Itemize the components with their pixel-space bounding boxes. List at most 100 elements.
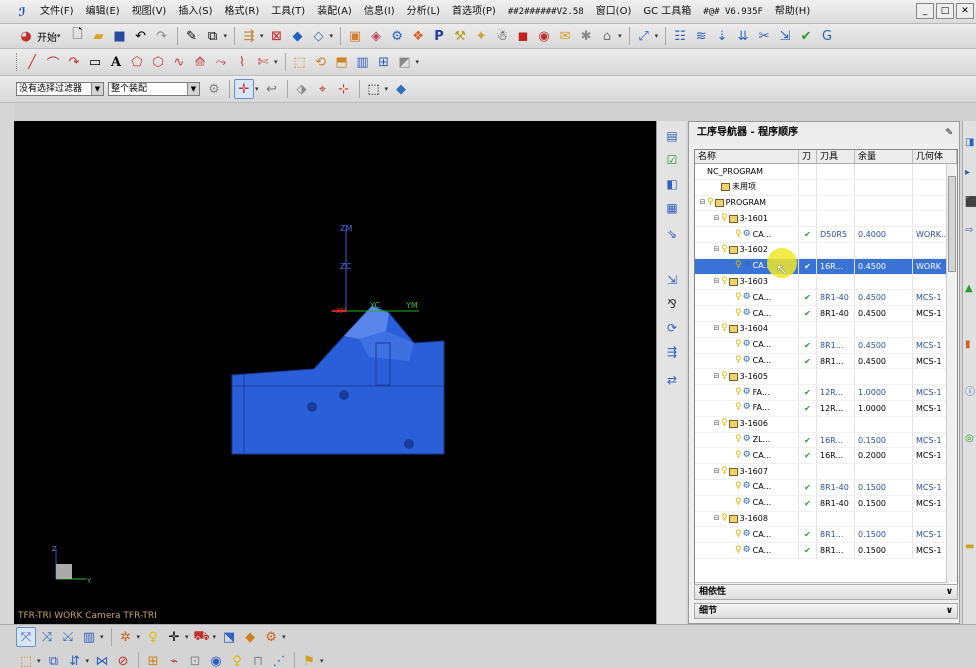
assembly-icon[interactable]: ◈ [366, 26, 386, 46]
side-operation-icon[interactable]: ⇨ [965, 225, 976, 239]
edit-icon[interactable]: ✎ [182, 26, 202, 46]
program-row[interactable]: ⊟ ♀ 3-1607 [695, 464, 957, 480]
menu-edit[interactable]: 编辑(E) [80, 0, 126, 24]
pattern-icon[interactable]: ⊡ [185, 651, 205, 668]
shape-icon[interactable]: ⬠ [127, 52, 147, 72]
program-row[interactable]: ⊟ ♀ 3-1605 [695, 369, 957, 386]
roles-icon[interactable]: ⅋ [663, 295, 681, 313]
shaded-cube-icon[interactable]: ◆ [288, 26, 308, 46]
chevron-down-icon[interactable]: ▾ [86, 657, 90, 665]
chevron-down-icon[interactable]: ▾ [185, 633, 189, 641]
toolpath-delete-icon[interactable]: ✂ [754, 26, 774, 46]
move-icon[interactable]: ⇵ [65, 651, 85, 668]
expand-collapse-icon[interactable]: ⊟ [712, 243, 721, 258]
dependencies-section[interactable]: 相依性 ∨ [694, 584, 958, 600]
side-tool-icon[interactable]: ◨ [965, 137, 976, 151]
operation-row[interactable]: ♀ ⚙ CA... ✔ 8R1... 0.1500 MCS-1 [695, 543, 957, 559]
snap-point-icon[interactable]: ✛ [234, 79, 254, 99]
toolpath-edit-icon[interactable]: ⇣ [712, 26, 732, 46]
menu-insert[interactable]: 插入(S) [172, 0, 218, 24]
check-icon[interactable]: ✔ [796, 26, 816, 46]
vertical-scrollbar[interactable] [946, 164, 957, 582]
operation-row[interactable]: ♀ ⚙ CA... ✔ 16R... 0.2000 MCS-1 [695, 448, 957, 465]
side-toolpath-icon[interactable]: ▸ [965, 167, 976, 181]
close-button[interactable]: ✕ [956, 3, 974, 19]
operation-row[interactable]: ♀ ⚙ CA... ✔ 8R1... 0.1500 MCS-1 [695, 527, 957, 544]
operation-row[interactable]: ♀ ⚙ CA... ✔ 8R1-40 0.4500 MCS-1 [695, 290, 957, 307]
operation-row[interactable]: ♀ ⚙ CA... ✔ 8R1-40 0.1500 MCS-1 [695, 495, 957, 512]
expand-collapse-icon[interactable]: ⊟ [712, 211, 721, 226]
part-cube-icon[interactable]: ◆ [391, 79, 411, 99]
spline-icon[interactable]: ∿ [169, 52, 189, 72]
geometry-create-icon[interactable]: ❖ [408, 26, 428, 46]
chevron-down-icon[interactable]: ▾ [213, 633, 217, 641]
bulb-icon[interactable]: ♀ [227, 651, 247, 668]
restore-button[interactable]: □ [936, 3, 954, 19]
chevron-down-icon[interactable]: ▾ [385, 85, 389, 93]
menu-info[interactable]: 信息(I) [358, 0, 401, 24]
palette-icon[interactable]: ⇶ [663, 343, 681, 361]
info-icon[interactable]: ⓘ [965, 383, 976, 398]
box-select-icon[interactable]: ⬚ [364, 79, 384, 99]
program-row[interactable]: ⊟ ♀ 3-1608 [695, 511, 957, 528]
point-snap-icon[interactable]: ⌖ [313, 79, 333, 99]
menu-preferences[interactable]: 首选项(P) [446, 0, 502, 24]
chevron-down-icon[interactable]: ▾ [274, 58, 278, 66]
measure-icon[interactable]: ⬔ [219, 627, 239, 647]
info-icon[interactable]: ⇄ [663, 371, 681, 389]
verify-icon[interactable]: ◉ [534, 26, 554, 46]
shop-doc-icon[interactable]: ✱ [576, 26, 596, 46]
column-tool[interactable]: 刀具 [817, 150, 855, 163]
menu-assembly[interactable]: 装配(A) [311, 0, 358, 24]
bridge-icon[interactable]: ⌇ [232, 52, 252, 72]
expand-collapse-icon[interactable]: ⊟ [712, 369, 721, 384]
arc-icon[interactable]: ⌒ [43, 52, 63, 72]
selection-icon[interactable]: ⚙ [204, 79, 224, 99]
program-row[interactable]: ⊟ ♀ 3-1601 [695, 211, 957, 228]
history-icon[interactable]: ⟳ [663, 319, 681, 337]
column-geometry[interactable]: 几何体 [913, 150, 957, 163]
chevron-down-icon[interactable]: ▾ [37, 657, 41, 665]
operation-row[interactable]: ♀ ⚙ CA... ✔ 8R1... 0.4500 MCS-1 [695, 337, 957, 354]
program-row[interactable]: ⊟ ♀ 3-1606 [695, 416, 957, 433]
start-button[interactable]: ◕ 开始 ▾ [16, 26, 64, 46]
expand-collapse-icon[interactable]: ⊟ [712, 417, 721, 432]
side-chart-icon[interactable]: ▮ [965, 339, 976, 353]
path-icon[interactable]: ⋰ [269, 651, 289, 668]
program-order-icon[interactable]: ⇘ [663, 225, 681, 243]
menu-help[interactable]: 帮助(H) [769, 0, 816, 24]
toolpath-gen-icon[interactable]: ☷ [670, 26, 690, 46]
operation-row[interactable]: ♀ ⚙ CA... ✔ 16R... 0.4500 WORK [695, 258, 957, 275]
side-status-icon[interactable]: ◎ [965, 433, 976, 447]
assembly-icon[interactable]: ⧉ [44, 651, 64, 668]
sketch-icon[interactable]: ⌁ [164, 651, 184, 668]
column-name[interactable]: 名称 [695, 150, 799, 163]
chevron-down-icon[interactable]: ▾ [260, 32, 264, 40]
postprocess-g-icon[interactable]: G [817, 26, 837, 46]
operation-tree[interactable]: 名称 刀 刀具 余量 几何体 NC_PROGRAM 未用项 ⊟ ♀ PROGRAM ⊟ ♀ 3… [694, 149, 958, 595]
grid-icon[interactable]: ⊞ [143, 651, 163, 668]
open-folder-icon[interactable]: ▰ [89, 26, 109, 46]
trim-icon[interactable]: ✄ [253, 52, 273, 72]
create-geometry-icon[interactable]: ⤩ [58, 627, 78, 647]
undo-icon[interactable]: ↶ [131, 26, 151, 46]
program-row[interactable]: ⊟ ♀ 3-1602 [695, 242, 957, 259]
operation-row[interactable]: ♀ ⚙ CA... ✔ 8R1-40 0.1500 MCS-1 [695, 479, 957, 496]
details-section[interactable]: 细节 ∨ [694, 603, 958, 619]
toolpath-list-icon[interactable]: ⇊ [733, 26, 753, 46]
operation-icon[interactable]: ⚙ [387, 26, 407, 46]
list-icon[interactable]: ⌂ [597, 26, 617, 46]
tool-holder-icon[interactable]: ⊓ [248, 651, 268, 668]
operation-row[interactable]: ♀ ⚙ CA... ✔ 8R1... 0.4500 MCS-1 [695, 353, 957, 370]
part-model[interactable] [231, 305, 445, 455]
geometry-view-icon[interactable]: ◧ [663, 175, 681, 193]
point-add-icon[interactable]: ⊹ [334, 79, 354, 99]
pin-icon[interactable]: ✎ [945, 122, 953, 144]
operation-row[interactable]: ♀ ⚙ CA... ✔ 8R1-40 0.4500 MCS-1 [695, 306, 957, 322]
analysis-icon[interactable]: ⚙ [261, 627, 281, 647]
menu-format[interactable]: 格式(R) [219, 0, 266, 24]
offset-curve-icon[interactable]: ⟰ [190, 52, 210, 72]
menu-plugin-2[interactable]: #@# V6.935F [697, 0, 769, 24]
toolpath-move-icon[interactable]: ⇲ [775, 26, 795, 46]
expand-collapse-icon[interactable]: ⊟ [698, 196, 707, 211]
